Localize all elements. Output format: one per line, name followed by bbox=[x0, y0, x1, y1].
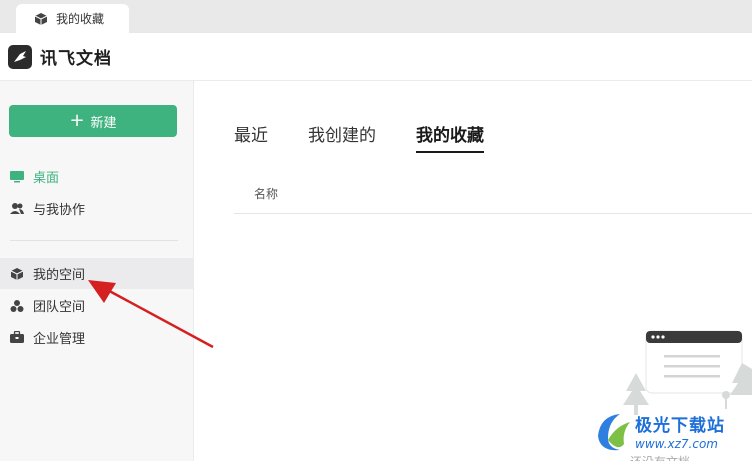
sidebar-item-team-space[interactable]: 团队空间 bbox=[0, 290, 194, 321]
watermark-logo-icon bbox=[598, 414, 630, 451]
sidebar-item-label: 企业管理 bbox=[33, 332, 86, 347]
team-icon bbox=[10, 299, 24, 313]
desktop-icon bbox=[10, 170, 24, 184]
users-icon bbox=[10, 202, 24, 216]
window-tab[interactable]: 我的收藏 bbox=[16, 4, 129, 33]
window-tab-strip: 我的收藏 bbox=[0, 0, 752, 33]
tab-created-by-me[interactable]: 我创建的 bbox=[308, 121, 376, 153]
sidebar-divider bbox=[10, 240, 178, 241]
watermark-url: www.xz7.com bbox=[635, 437, 718, 451]
new-button[interactable]: + 新建 bbox=[9, 105, 177, 137]
empty-state-illustration bbox=[623, 330, 752, 415]
bird-logo-icon bbox=[8, 44, 32, 69]
sidebar-item-label: 团队空间 bbox=[33, 300, 86, 315]
sidebar-item-enterprise[interactable]: 企业管理 bbox=[0, 322, 194, 353]
sidebar-item-label: 桌面 bbox=[33, 171, 60, 186]
watermark: 极光下载站 www.xz7.com bbox=[592, 404, 752, 461]
briefcase-icon bbox=[10, 331, 24, 345]
sidebar: + 新建 桌面 与我协作 我的空间 团队空间 企业管理 bbox=[0, 81, 194, 461]
app-title: 讯飞文档 bbox=[40, 49, 112, 69]
sidebar-item-collab[interactable]: 与我协作 bbox=[0, 193, 194, 224]
tab-recent[interactable]: 最近 bbox=[234, 121, 268, 153]
cube-icon bbox=[10, 267, 24, 281]
sidebar-item-desktop[interactable]: 桌面 bbox=[0, 161, 194, 192]
tab-favorites[interactable]: 我的收藏 bbox=[416, 121, 484, 153]
main-tabs: 最近 我创建的 我的收藏 bbox=[234, 121, 524, 153]
app-header: 讯飞文档 bbox=[0, 33, 752, 81]
new-button-label: 新建 bbox=[90, 115, 117, 131]
sidebar-item-my-space[interactable]: 我的空间 bbox=[0, 258, 194, 289]
cube-icon bbox=[34, 12, 48, 26]
sidebar-item-label: 我的空间 bbox=[33, 268, 86, 283]
window-tab-label: 我的收藏 bbox=[56, 12, 105, 26]
sidebar-item-label: 与我协作 bbox=[33, 203, 86, 218]
column-header-name[interactable]: 名称 bbox=[234, 185, 752, 214]
watermark-name: 极光下载站 bbox=[635, 416, 725, 436]
plus-icon: + bbox=[69, 110, 85, 131]
